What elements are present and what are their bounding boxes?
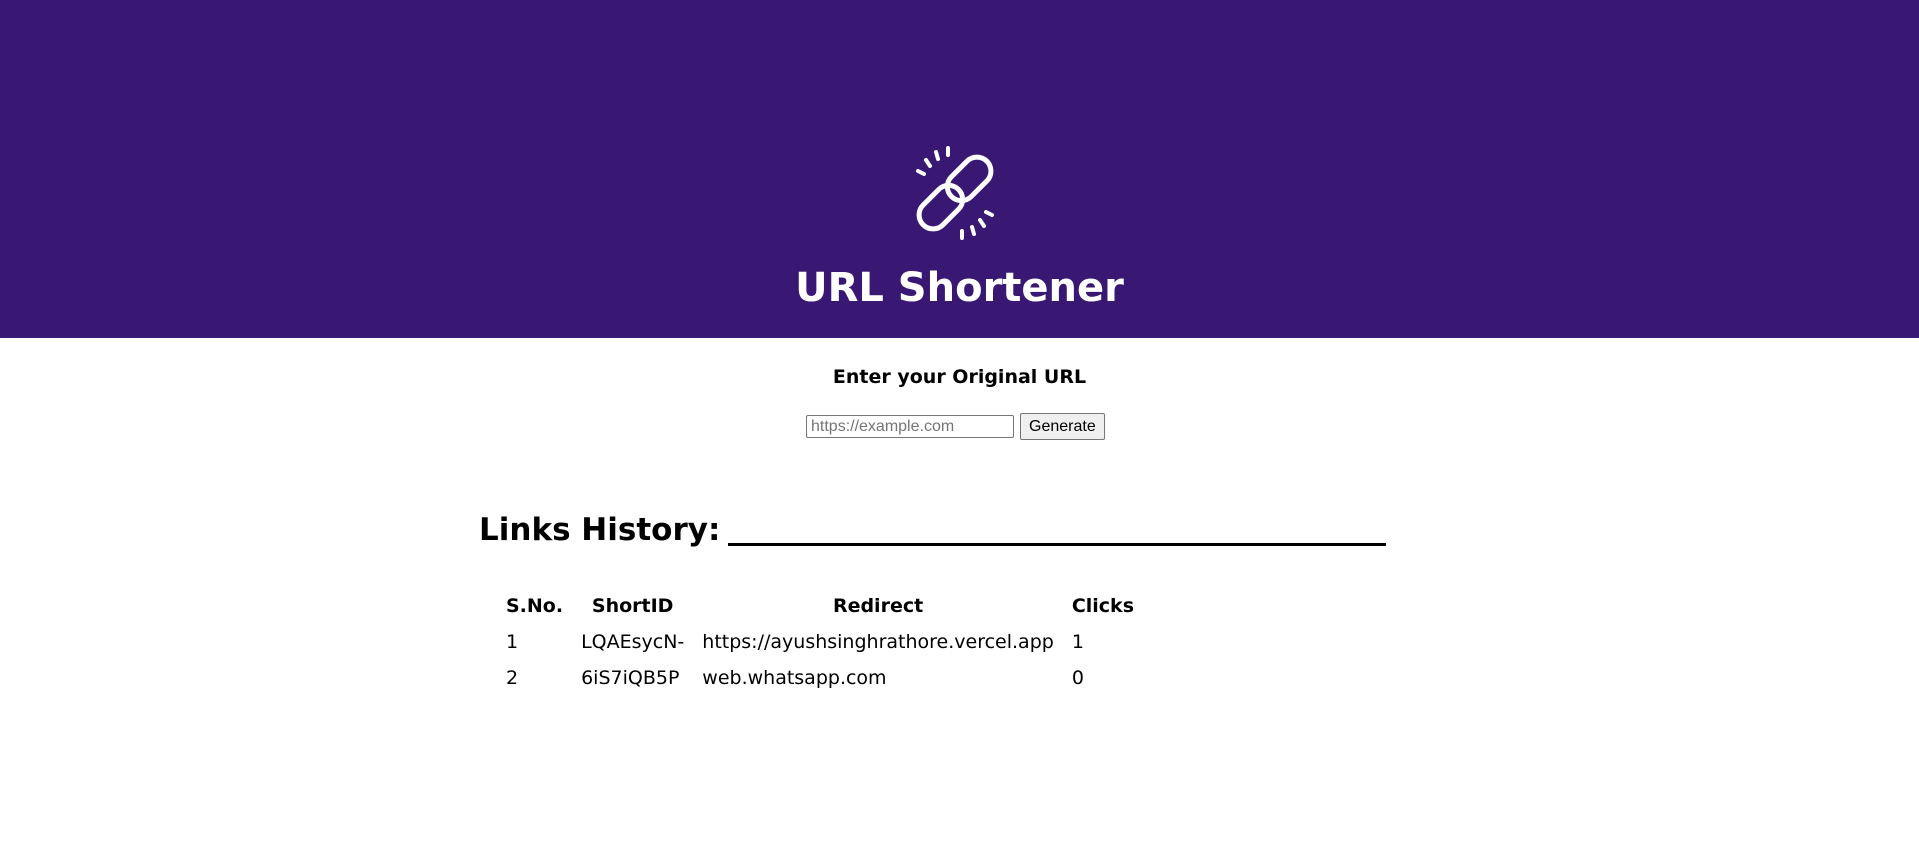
links-history-table: S.No. ShortID Redirect Clicks 1 LQAEsycN… — [490, 584, 1150, 700]
url-form: Generate — [806, 413, 1105, 440]
cell-sno: 2 — [506, 667, 519, 689]
generate-button[interactable]: Generate — [1020, 413, 1105, 440]
table-header-row: S.No. ShortID Redirect Clicks — [504, 592, 1136, 620]
column-header-redirect: Redirect — [832, 595, 924, 617]
cell-clicks: 0 — [1071, 667, 1084, 689]
url-input-label: Enter your Original URL — [832, 366, 1087, 388]
column-header-shortid: ShortID — [591, 595, 674, 617]
table-row: 1 LQAEsycN- https://ayushsinghrathore.ve… — [504, 628, 1136, 656]
cell-sno: 1 — [506, 631, 519, 653]
cell-short-id: LQAEsycN- — [581, 631, 685, 653]
app-title: URL Shortener — [795, 265, 1124, 311]
cell-redirect: https://ayushsinghrathore.vercel.app — [702, 631, 1054, 653]
table-row: 2 6iS7iQB5P web.whatsapp.com 0 — [504, 664, 1136, 692]
cell-redirect: web.whatsapp.com — [702, 667, 887, 689]
header-banner: URL Shortener — [0, 0, 1919, 338]
url-input[interactable] — [806, 415, 1014, 438]
history-underline — [728, 543, 1387, 546]
column-header-clicks: Clicks — [1071, 595, 1135, 617]
links-history-title: Links History: — [479, 508, 1387, 552]
column-header-sno: S.No. — [506, 595, 564, 617]
broken-chain-link-icon — [916, 146, 994, 240]
cell-short-id: 6iS7iQB5P — [581, 667, 680, 689]
cell-clicks: 1 — [1071, 631, 1084, 653]
links-history-label: Links History: — [479, 512, 721, 548]
